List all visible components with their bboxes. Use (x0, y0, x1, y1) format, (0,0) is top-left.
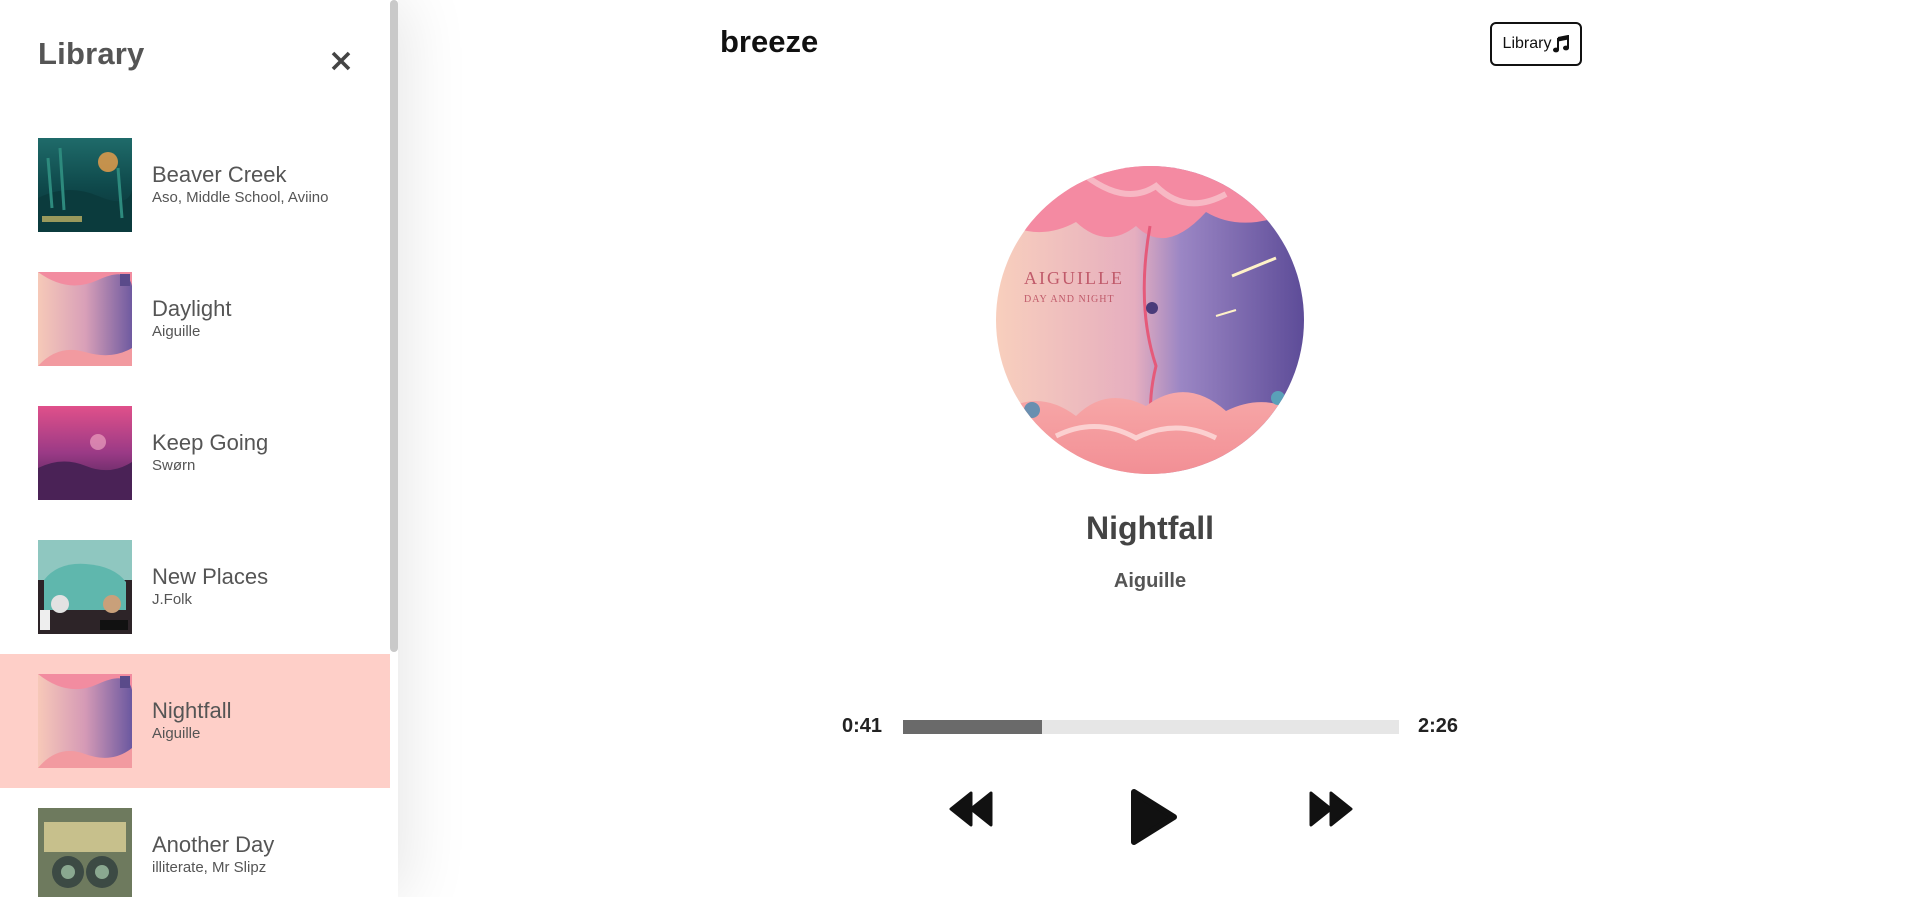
album-cover-thumbnail (38, 272, 132, 366)
song-name: Keep Going (152, 430, 269, 455)
current-time: 0:41 (842, 715, 883, 737)
sidebar-title: Library (38, 36, 145, 71)
play-button[interactable] (1126, 787, 1180, 847)
player-main: breeze Library AIGUILLE DAY AND NIGHT Ni… (398, 0, 1918, 897)
song-artist: Aiguille (152, 323, 201, 340)
library-song-new-places[interactable]: New Places J.Folk (0, 520, 390, 654)
library-song-keep-going[interactable]: Keep Going Swørn (0, 386, 390, 520)
song-meta: New Places J.Folk (152, 564, 268, 610)
song-artist: J.Folk (152, 591, 193, 608)
song-name: Beaver Creek (152, 162, 287, 187)
previous-track-button[interactable] (949, 786, 993, 832)
library-toggle-button[interactable]: Library (1490, 22, 1582, 66)
next-track-button[interactable] (1309, 786, 1353, 832)
song-meta: Nightfall Aiguille (152, 698, 231, 744)
song-name: New Places (152, 564, 269, 589)
sidebar-header: Library (0, 0, 398, 118)
album-cover: AIGUILLE DAY AND NIGHT (996, 166, 1304, 474)
library-song-daylight[interactable]: Daylight Aiguille (0, 252, 390, 386)
progress-fill (903, 720, 1042, 734)
play-icon (1131, 789, 1177, 845)
song-artist: Swørn (152, 457, 196, 474)
library-button-label: Library (1502, 35, 1552, 52)
svg-text:AIGUILLE: AIGUILLE (1024, 268, 1124, 288)
library-song-nightfall[interactable]: Nightfall Aiguille (0, 654, 390, 788)
total-time: 2:26 (1418, 715, 1459, 737)
progress-slider[interactable] (903, 720, 1399, 734)
song-meta: Beaver Creek Aso, Middle School, Aviino (152, 162, 329, 208)
app-brand: breeze (720, 24, 819, 59)
music-note-icon (1553, 35, 1570, 53)
library-song-beaver-creek[interactable]: Beaver Creek Aso, Middle School, Aviino (0, 118, 390, 252)
fast-forward-icon (1309, 791, 1353, 827)
now-playing-artist: Aiguille (1113, 570, 1187, 592)
now-playing-title: Nightfall (1086, 510, 1214, 546)
close-icon (331, 51, 351, 71)
sidebar-scrollbar[interactable] (390, 0, 398, 652)
svg-text:DAY AND NIGHT: DAY AND NIGHT (1024, 294, 1115, 305)
song-meta: Keep Going Swørn (152, 430, 268, 476)
album-cover-thumbnail (38, 808, 132, 897)
song-name: Nightfall (152, 698, 232, 723)
album-cover-thumbnail (38, 540, 132, 634)
library-sidebar: Library Beaver Creek Aso, Middle School,… (0, 0, 398, 897)
song-artist: illiterate, Mr Slipz (152, 859, 267, 876)
song-artist: Aiguille (152, 725, 201, 742)
song-artist: Aso, Middle School, Aviino (152, 189, 329, 206)
song-name: Another Day (152, 832, 275, 857)
song-meta: Daylight Aiguille (152, 296, 231, 342)
song-list: Beaver Creek Aso, Middle School, Aviino (0, 118, 390, 897)
song-meta: Another Day illiterate, Mr Slipz (152, 832, 274, 878)
album-cover-thumbnail (38, 138, 132, 232)
library-song-another-day[interactable]: Another Day illiterate, Mr Slipz (0, 788, 390, 897)
rewind-icon (949, 791, 993, 827)
close-sidebar-button[interactable] (322, 42, 360, 80)
album-cover-thumbnail (38, 674, 132, 768)
album-cover-thumbnail (38, 406, 132, 500)
song-name: Daylight (152, 296, 232, 321)
